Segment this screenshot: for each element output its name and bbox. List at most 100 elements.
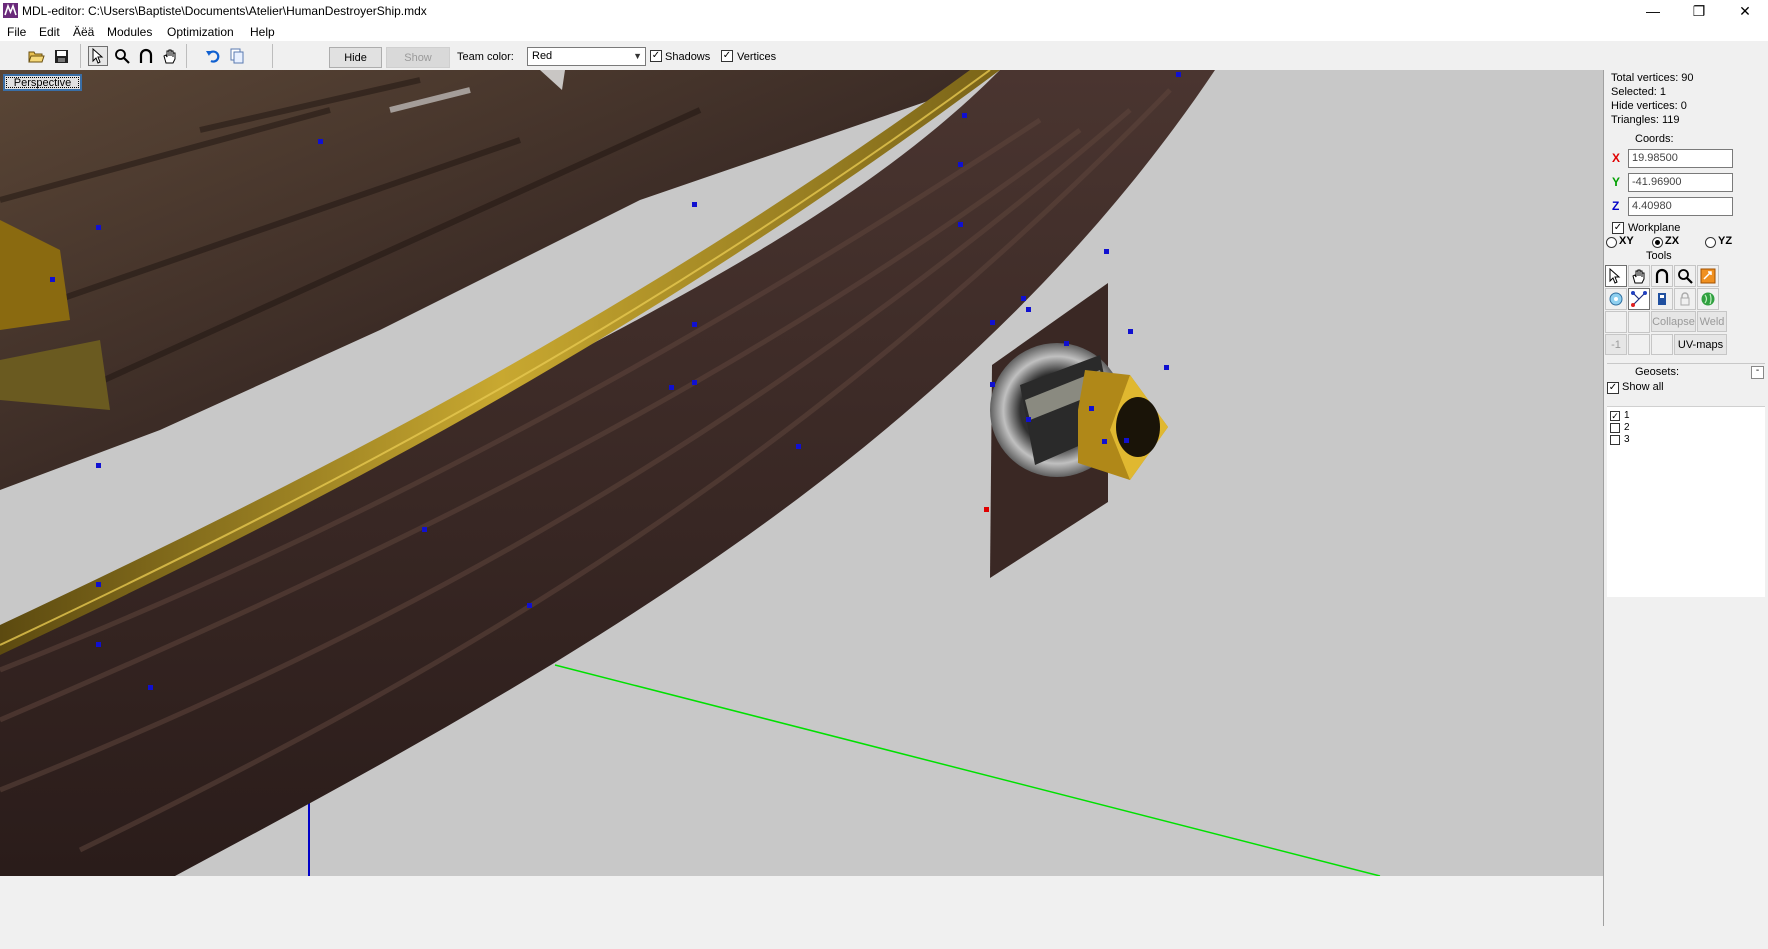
vertices-checkbox[interactable]: ✓ [721,50,733,62]
plane-zx-label: ZX [1665,235,1680,247]
menu-bar: File Edit Äëä Modules Optimization Help [0,22,1768,41]
floppy-disk-icon [54,49,68,63]
viewport-3d[interactable]: Perspective [0,70,1603,876]
shadows-checkbox[interactable]: ✓ [650,50,662,62]
cursor-arrow-icon [1609,268,1621,284]
green-axis-line [554,664,1381,876]
team-color-select[interactable]: Red ▼ [527,47,646,66]
undo-button[interactable] [203,46,223,66]
select-tool-button[interactable] [88,46,108,66]
x-coord-field[interactable]: 19.98500 [1628,149,1733,168]
vertex-icon [1609,292,1623,306]
perspective-view-button[interactable]: Perspective [3,74,82,91]
geoset-3-label: 3 [1624,434,1630,445]
cursor-arrow-icon [92,48,104,64]
plane-xy-radio[interactable] [1606,237,1617,248]
extrude-tool[interactable] [1697,265,1719,287]
close-button[interactable]: ✕ [1722,0,1768,22]
geoset-1-label: 1 [1624,410,1630,421]
bone-tool[interactable] [1651,288,1673,310]
zoom-tool-button[interactable] [112,46,132,66]
cannon-bore [1116,397,1160,457]
save-button[interactable] [51,46,71,66]
y-axis-label: Y [1612,175,1621,189]
rotate-arch-icon [1655,268,1669,283]
edge-mode-tool[interactable] [1628,288,1650,310]
pan-tool-button[interactable] [160,46,180,66]
copy-pages-icon [230,48,244,64]
menu-file[interactable]: File [7,25,26,39]
scene-render[interactable] [0,70,1603,876]
globe-tool[interactable] [1697,288,1719,310]
x-axis-label: X [1612,151,1621,165]
show-all-label: Show all [1622,381,1664,393]
folder-open-icon [27,51,45,62]
chevron-down-icon: ▼ [633,51,642,61]
show-all-checkbox[interactable]: ✓ [1607,382,1619,394]
blank-tool-slot [1605,311,1627,333]
geoset-1-checkbox[interactable]: ✓ [1610,411,1620,421]
menu-help[interactable]: Help [250,25,275,39]
geosets-list: ✓ 1 2 3 [1607,406,1765,597]
open-button[interactable] [26,46,46,66]
minimize-button[interactable]: — [1630,0,1676,22]
team-color-value: Red [532,50,553,62]
z-coord-field[interactable]: 4.40980 [1628,197,1733,216]
properties-panel: Total vertices: 90 Selected: 1 Hide vert… [1603,70,1768,926]
pan-tool[interactable] [1628,265,1650,287]
bone-block-icon [1658,293,1666,305]
magnifier-icon [115,49,130,64]
undo-arrow-icon [206,50,220,63]
geosets-collapse-button[interactable]: - [1751,366,1764,379]
hand-icon [163,49,176,64]
geoset-3-checkbox[interactable] [1610,435,1620,445]
edge-nodes-icon [1631,291,1647,307]
copy-button[interactable] [227,46,247,66]
menu-view[interactable]: Äëä [73,25,94,39]
geoset-2-label: 2 [1624,422,1630,433]
y-coord-field[interactable]: -41.96900 [1628,173,1733,192]
status-area [0,876,1603,949]
vertex-mode-tool[interactable] [1605,288,1627,310]
plane-xy-label: XY [1619,235,1634,247]
lock-icon [1680,292,1690,306]
weld-button[interactable]: Weld [1697,311,1727,332]
plane-zx-radio[interactable] [1652,237,1663,248]
toolbar: Hide Show Team color: Red ▼ ✓ Shadows ✓ … [0,41,1768,70]
title-bar: MDL-editor: C:\Users\Baptiste\Documents\… [0,0,1768,22]
selected-count-text: Selected: 1 [1611,86,1667,98]
uv-maps-button[interactable]: UV-maps [1674,334,1727,355]
green-globe-icon [1701,292,1715,306]
magnifier-icon [1678,269,1693,284]
zoom-tool[interactable] [1674,265,1696,287]
rotate-arch-icon [139,48,153,63]
workplane-label: Workplane [1628,222,1681,234]
window-title: MDL-editor: C:\Users\Baptiste\Documents\… [22,4,427,18]
minus-one-button[interactable]: -1 [1605,334,1627,355]
tools-label: Tools [1646,250,1672,262]
hand-icon [1632,269,1645,284]
close-icon: ✕ [1739,2,1751,19]
plane-yz-radio[interactable] [1705,237,1716,248]
collapse-button[interactable]: Collapse [1651,311,1696,332]
plane-yz-label: YZ [1718,235,1733,247]
workplane-checkbox[interactable]: ✓ [1612,222,1624,234]
menu-modules[interactable]: Modules [107,25,152,39]
geosets-label: Geosets: [1635,366,1680,378]
select-vertex-tool[interactable] [1605,265,1627,287]
geoset-2-checkbox[interactable] [1610,423,1620,433]
rotate-tool[interactable] [1651,265,1673,287]
show-button[interactable]: Show [386,47,450,68]
maximize-button[interactable]: ❐ [1676,0,1722,22]
selected-vertex[interactable] [984,507,989,512]
hide-button[interactable]: Hide [329,47,382,68]
menu-edit[interactable]: Edit [39,25,60,39]
orange-box-icon [1700,268,1716,284]
vertices-label: Vertices [737,51,777,63]
lock-tool[interactable] [1674,288,1696,310]
coords-label: Coords: [1635,133,1674,145]
app-icon [3,3,18,18]
menu-optimization[interactable]: Optimization [167,25,234,39]
rotate-tool-button[interactable] [136,46,156,66]
triangles-text: Triangles: 119 [1611,114,1680,126]
